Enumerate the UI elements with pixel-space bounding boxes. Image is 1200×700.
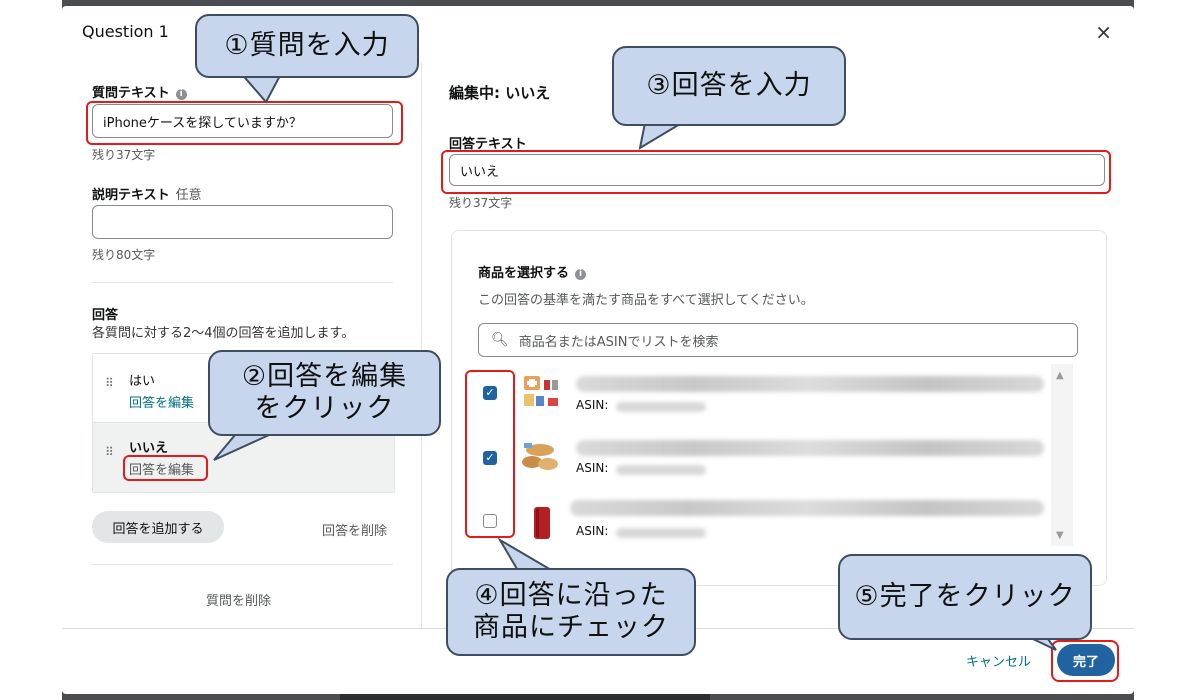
- question-text-input[interactable]: iPhoneケースを探していますか？: [92, 104, 393, 138]
- product-thumbnail-2: [522, 443, 558, 470]
- product-title-blur-3: [570, 500, 1044, 516]
- section-divider: [92, 282, 393, 283]
- description-input[interactable]: [92, 205, 393, 239]
- answer-name: いいえ: [129, 441, 169, 456]
- product-title-blur-1: [576, 376, 1044, 392]
- description-label: 説明テキスト 任意: [92, 184, 202, 203]
- product-thumbnail-1: [524, 376, 558, 406]
- modal-title: Question 1: [82, 22, 169, 41]
- question-text-label: 質問テキスト i: [92, 82, 187, 101]
- asin-label-3: ASIN:: [576, 524, 609, 538]
- asin-label-2: ASIN:: [576, 461, 609, 475]
- column-divider: [421, 62, 422, 628]
- cancel-button[interactable]: キャンセル: [966, 651, 1031, 670]
- callout-step-2-line1: ②回答を編集: [241, 361, 408, 392]
- product-thumbnail-3: [534, 507, 550, 539]
- editing-title: 編集中: いいえ: [449, 84, 551, 102]
- asin-value-blur-2: [616, 465, 706, 475]
- delete-answer-link[interactable]: 回答を削除: [322, 520, 387, 539]
- answer-text-label: 回答テキスト: [449, 137, 527, 152]
- product-search-input[interactable]: 🔍︎ 商品名またはASINでリストを検索: [478, 323, 1078, 357]
- close-icon[interactable]: ×: [1095, 20, 1112, 44]
- product-title-blur-2: [576, 440, 1044, 456]
- scroll-up-icon[interactable]: ▲: [1056, 370, 1064, 381]
- callout-step-3: ③回答を入力: [612, 46, 846, 126]
- products-hint: この回答の基準を満たす商品をすべて選択してください。: [478, 293, 814, 308]
- edit-answer-link[interactable]: 回答を編集: [129, 459, 194, 478]
- products-title-text: 商品を選択する: [478, 266, 570, 281]
- products-title: 商品を選択する i: [478, 262, 587, 281]
- question-text-label-text: 質問テキスト: [92, 86, 170, 101]
- callout-step-2: ②回答を編集 をクリック: [208, 350, 441, 436]
- search-icon: 🔍︎: [491, 332, 509, 348]
- answer-name: はい: [129, 374, 156, 389]
- drag-handle-icon[interactable]: ⠿: [105, 446, 114, 458]
- done-button[interactable]: 完了: [1057, 644, 1115, 676]
- description-label-text: 説明テキスト: [92, 188, 170, 203]
- drag-handle-icon[interactable]: ⠿: [105, 377, 114, 389]
- search-placeholder: 商品名またはASINでリストを検索: [518, 334, 719, 350]
- section-divider: [92, 564, 393, 565]
- question-remaining: 残り37文字: [92, 148, 156, 162]
- optional-tag: 任意: [175, 188, 202, 203]
- asin-label-1: ASIN:: [576, 398, 609, 412]
- delete-question-link[interactable]: 質問を削除: [206, 590, 271, 609]
- answers-title: 回答: [92, 308, 119, 323]
- callout-step-4-line2: 商品にチェック: [473, 612, 669, 643]
- edit-answer-link[interactable]: 回答を編集: [129, 392, 194, 411]
- callout-step-4-line1: ④回答に沿った: [474, 580, 668, 611]
- product-checkbox-2[interactable]: ✓: [483, 451, 497, 465]
- product-checkbox-1[interactable]: ✓: [483, 386, 497, 400]
- add-answer-button[interactable]: 回答を追加する: [92, 511, 224, 543]
- info-icon[interactable]: i: [175, 89, 187, 100]
- product-list-scrollbar[interactable]: ▲ ▼: [1051, 364, 1073, 546]
- callout-step-2-line2: をクリック: [254, 393, 395, 424]
- answer-text-input[interactable]: いいえ: [449, 154, 1105, 186]
- answers-hint: 各質問に対する2～4個の回答を追加します。: [92, 326, 355, 341]
- callout-step-1: ①質問を入力: [195, 14, 419, 78]
- answer-remaining: 残り37文字: [449, 196, 513, 210]
- callout-step-4: ④回答に沿った 商品にチェック: [446, 568, 696, 656]
- asin-value-blur-1: [616, 402, 706, 412]
- asin-value-blur-3: [616, 528, 706, 538]
- callout-step-5: ⑤完了をクリック: [838, 554, 1092, 640]
- product-checkbox-3[interactable]: [483, 514, 497, 528]
- scroll-down-icon[interactable]: ▼: [1056, 530, 1064, 541]
- info-icon[interactable]: i: [575, 269, 587, 280]
- description-remaining: 残り80文字: [92, 248, 156, 262]
